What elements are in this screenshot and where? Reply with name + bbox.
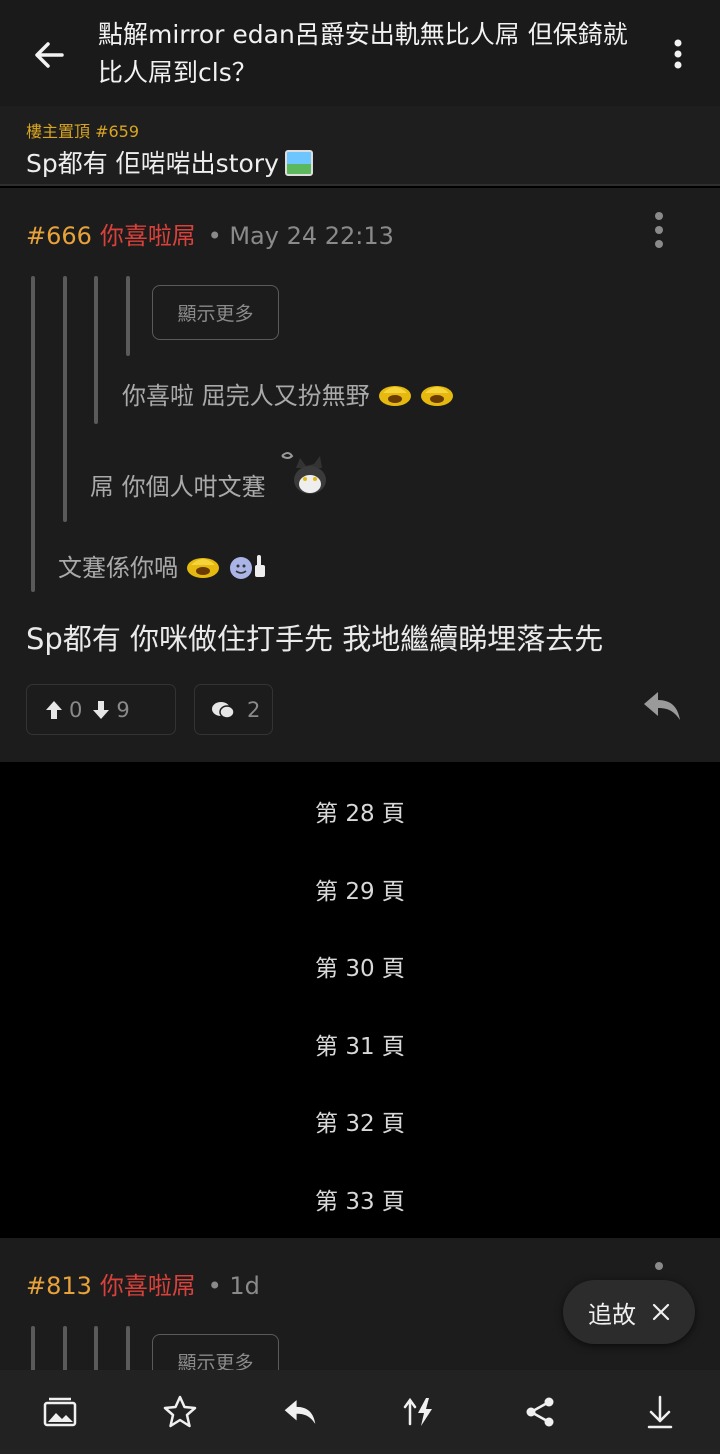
post-card: #666 你喜啦屌 • May 24 22:13 顯示更多 你喜啦 屈完人又扮無野… <box>0 188 720 762</box>
downvote-count: 9 <box>116 697 130 722</box>
reply-thread-button[interactable] <box>270 1382 330 1442</box>
page-link-30[interactable]: 第 30 頁 <box>0 949 720 983</box>
close-icon[interactable] <box>652 1303 670 1321</box>
sort-flash-icon <box>403 1397 432 1426</box>
pinned-label: 樓主置頂 #659 <box>26 122 140 141</box>
reply-icon <box>644 692 680 720</box>
comment-count: 2 <box>247 697 261 722</box>
laughing-emoji-icon <box>420 385 453 406</box>
page-link-29[interactable]: 第 29 頁 <box>0 872 720 906</box>
post-time: • May 24 22:13 <box>207 222 394 250</box>
post-username[interactable]: 你喜啦屌 <box>100 222 196 250</box>
post-number[interactable]: #813 <box>26 1272 92 1300</box>
follow-label: 追故 <box>588 1300 636 1329</box>
quote-text: 文蹇係你喎 <box>58 554 178 582</box>
sort-button[interactable] <box>390 1382 450 1442</box>
image-icon <box>284 150 313 176</box>
page-link-28[interactable]: 第 28 頁 <box>0 794 720 828</box>
quote-line <box>94 276 98 424</box>
post-number[interactable]: #666 <box>26 222 92 250</box>
bottom-toolbar <box>0 1370 720 1454</box>
share-icon <box>526 1397 554 1427</box>
quote-line <box>126 276 130 356</box>
quote-text: 你喜啦 屈完人又扮無野 <box>122 382 370 410</box>
arrow-left-icon <box>35 42 64 68</box>
pinned-text-row: Sp都有 佢啱啱出story <box>26 144 313 180</box>
image-mode-button[interactable] <box>30 1382 90 1442</box>
quote-line <box>63 276 67 522</box>
page-link-33[interactable]: 第 33 頁 <box>0 1182 720 1216</box>
more-vertical-icon <box>674 39 682 69</box>
share-button[interactable] <box>510 1382 570 1442</box>
follow-button[interactable]: 追故 <box>563 1280 695 1344</box>
post-meta: #813 你喜啦屌 • 1d <box>26 1266 260 1301</box>
gallery-icon <box>43 1397 77 1427</box>
upvote-count: 0 <box>69 697 83 722</box>
quote-text: 屌 你個人咁文蹇 <box>90 472 266 501</box>
post-more-button[interactable] <box>642 208 676 252</box>
star-icon <box>163 1395 197 1428</box>
comment-icon <box>212 701 235 719</box>
arrow-up-icon <box>46 700 62 719</box>
bookmark-button[interactable] <box>150 1382 210 1442</box>
more-options-button[interactable] <box>660 34 696 74</box>
thumbs-up-emoji-icon <box>230 554 265 579</box>
arrow-down-icon <box>93 700 110 719</box>
reply-button[interactable] <box>640 686 684 726</box>
pinned-text: Sp都有 佢啱啱出story <box>26 149 279 178</box>
post-username[interactable]: 你喜啦屌 <box>100 1272 196 1300</box>
post-body: Sp都有 你咪做住打手先 我地繼續睇埋落去先 <box>26 622 604 656</box>
post-meta: #666 你喜啦屌 • May 24 22:13 <box>26 216 394 251</box>
show-more-button[interactable]: 顯示更多 <box>152 285 279 340</box>
post-time: • 1d <box>207 1272 260 1300</box>
scroll-bottom-button[interactable] <box>630 1382 690 1442</box>
thread-title: 點解mirror edan呂爵安出軌無比人屌 但保錡就比人屌到cls？ <box>98 20 628 87</box>
page-link-32[interactable]: 第 32 頁 <box>0 1104 720 1138</box>
page-list: 第 28 頁 第 29 頁 第 30 頁 第 31 頁 第 32 頁 第 33 … <box>0 762 720 1238</box>
downvote-button[interactable]: 9 <box>92 697 130 722</box>
more-vertical-icon <box>655 212 663 248</box>
comments-button[interactable]: 2 <box>194 684 273 735</box>
quote-line <box>31 276 35 592</box>
top-bar: 點解mirror edan呂爵安出軌無比人屌 但保錡就比人屌到cls？ <box>0 0 720 106</box>
vote-box: 0 9 <box>26 684 176 735</box>
quote-text-3: 你喜啦 屈完人又扮無野 <box>122 376 454 411</box>
quote-text-1: 文蹇係你喎 <box>58 548 268 583</box>
pinned-post[interactable]: 樓主置頂 #659 Sp都有 佢啱啱出story <box>0 106 720 186</box>
back-button[interactable] <box>24 30 74 80</box>
page-link-31[interactable]: 第 31 頁 <box>0 1027 720 1061</box>
upvote-button[interactable]: 0 <box>45 698 82 722</box>
laughing-emoji-icon <box>187 557 219 578</box>
reply-icon <box>284 1400 316 1424</box>
quote-text-2: 屌 你個人咁文蹇 <box>90 452 334 502</box>
cat-emoji-icon <box>280 452 326 494</box>
arrow-down-to-line-icon <box>647 1395 673 1429</box>
laughing-emoji-icon <box>378 385 411 406</box>
